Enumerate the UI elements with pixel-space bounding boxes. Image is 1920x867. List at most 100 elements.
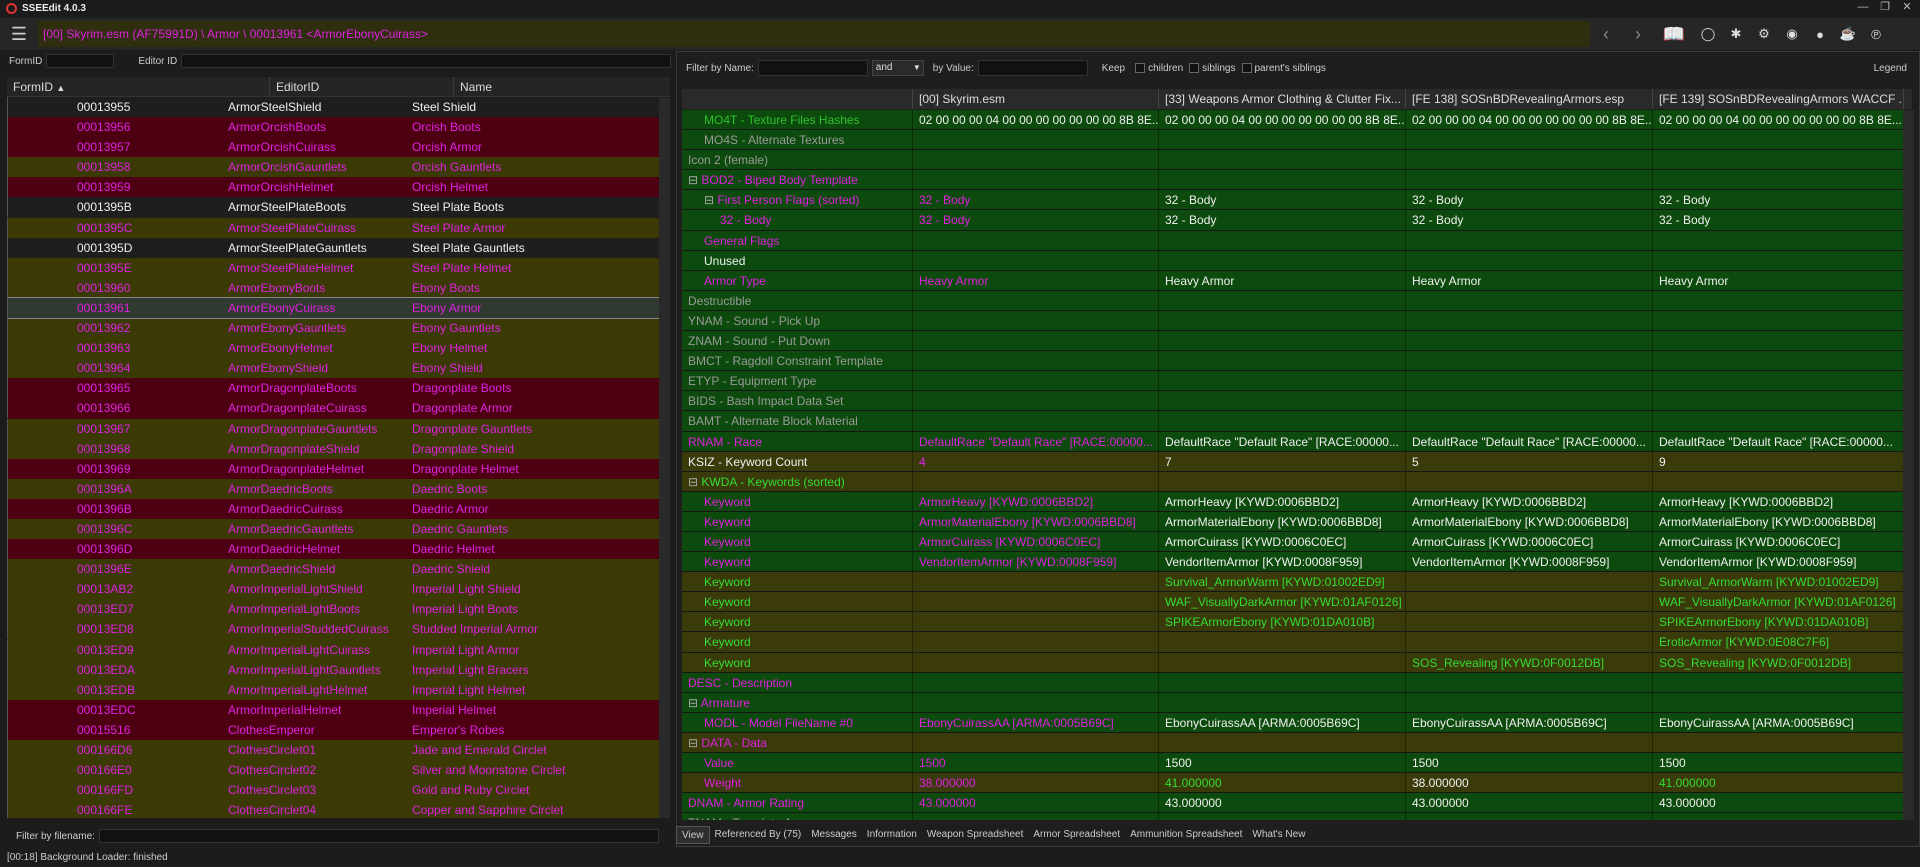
record-field-row[interactable]: Keyword Survival_ArmorWarm [KYWD:01002ED9…	[682, 572, 1904, 593]
table-row[interactable]: 00013964 ArmorEbonyShield Ebony Shield	[7, 358, 670, 379]
table-row[interactable]: 00013959 ArmorOrcishHelmet Orcish Helmet	[7, 177, 670, 198]
patreon-icon[interactable]: ●	[1809, 27, 1831, 42]
table-row[interactable]: 0001395D ArmorSteelPlateGauntlets Steel Pl…	[7, 237, 670, 258]
collapse-icon[interactable]: ⊟	[688, 696, 701, 710]
table-row[interactable]: 00013960 ArmorEbonyBoots Ebony Boots	[7, 277, 670, 298]
formid-column-header[interactable]: FormID ▲	[7, 77, 270, 96]
settings-icon[interactable]: ⚙	[1753, 26, 1775, 42]
tab-weapon-spreadsheet[interactable]: Weapon Spreadsheet	[922, 826, 1029, 844]
record-field-row[interactable]: Keyword SPIKEArmorEbony [KYWD:01DA010B] SP…	[682, 612, 1904, 633]
record-field-row[interactable]: YNAM - Sound - Pick Up	[682, 310, 1904, 332]
record-field-row[interactable]: Icon 2 (female)	[682, 150, 1904, 171]
discord-icon[interactable]: ◉	[1781, 26, 1803, 42]
table-row[interactable]: 00013969 ArmorDragonplateHelmet Dragonplat…	[7, 458, 670, 479]
table-row[interactable]: 00013967 ArmorDragonplateGauntlets Dragonp…	[7, 418, 670, 439]
record-field-row[interactable]: Keyword ArmorHeavy [KYWD:0006BBD2] ArmorHe…	[682, 491, 1904, 512]
record-field-row[interactable]: Keyword WAF_VisuallyDarkArmor [KYWD:01AF0…	[682, 592, 1904, 613]
nexus-icon[interactable]: ✱	[1725, 26, 1747, 42]
table-row[interactable]: 0001396C ArmorDaedricGauntlets Daedric Gau…	[7, 518, 670, 540]
filter-by-value-input[interactable]	[977, 60, 1088, 76]
collapse-icon[interactable]: ⊟	[704, 193, 717, 207]
record-field-row[interactable]: Weight 38.000000 41.000000 38.000000 41.0000…	[682, 773, 1904, 794]
tab-information[interactable]: Information	[862, 826, 922, 844]
table-row[interactable]: 0001395B ArmorSteelPlateBoots Steel Plate …	[7, 197, 670, 218]
view-header-sosnbd-waccf[interactable]: [FE 139] SOSnBDRevealingArmors WACCF ...	[1653, 89, 1904, 109]
collapse-icon[interactable]: ⊟	[688, 736, 701, 750]
table-row[interactable]: 0001395E ArmorSteelPlateHelmet Steel Plate…	[7, 257, 670, 278]
table-row[interactable]: 00013AB2 ArmorImperialLightShield Imperial…	[7, 579, 670, 600]
table-row[interactable]: 000166D6 ClothesCirclet01 Jade and Emerald…	[7, 740, 670, 761]
table-row[interactable]: 00013955 ArmorSteelShield Steel Shield	[7, 97, 670, 118]
record-field-row[interactable]: Keyword ArmorCuirass [KYWD:0006C0EC] Armor…	[682, 531, 1904, 553]
view-header-skyrim[interactable]: [00] Skyrim.esm	[913, 89, 1159, 109]
tab-armor-spreadsheet[interactable]: Armor Spreadsheet	[1028, 826, 1125, 844]
formid-filter-input[interactable]	[46, 54, 115, 68]
record-field-row[interactable]: Unused	[682, 250, 1904, 271]
table-row[interactable]: 0001396B ArmorDaedricCuirass Daedric Armor	[7, 498, 670, 519]
tab-messages[interactable]: Messages	[806, 826, 862, 844]
record-field-row[interactable]: Keyword EroticArmor [KYWD:0E08C7F6]	[682, 632, 1904, 653]
legend-button[interactable]: Legend	[1874, 63, 1907, 74]
name-column-header[interactable]: Name	[454, 77, 660, 96]
restore-icon[interactable]: ❐	[1874, 0, 1896, 16]
record-field-row[interactable]: ZNAM - Sound - Put Down	[682, 331, 1904, 352]
record-field-row[interactable]: ⊟ First Person Flags (sorted) 32 - Body 32…	[682, 190, 1904, 211]
record-field-row[interactable]: RNAM - Race DefaultRace "Default Race" [R…	[682, 431, 1904, 452]
table-row[interactable]: 00013963 ArmorEbonyHelmet Ebony Helmet	[7, 338, 670, 359]
siblings-checkbox[interactable]	[1189, 63, 1200, 73]
table-row[interactable]: 00013EDB ArmorImperialLightHelmet Imperial…	[7, 679, 670, 700]
table-row[interactable]: 00013966 ArmorDragonplateCuirass Dragonpla…	[7, 398, 670, 419]
record-field-row[interactable]: BAMT - Alternate Block Material	[682, 411, 1904, 432]
record-field-row[interactable]: DESC - Description	[682, 672, 1904, 693]
table-row[interactable]: 00013ED7 ArmorImperialLightBoots Imperial …	[7, 599, 670, 620]
table-row[interactable]: 0001396D ArmorDaedricHelmet Daedric Helmet	[7, 539, 670, 560]
table-row[interactable]: 00013961 ArmorEbonyCuirass Ebony Armor	[7, 296, 670, 320]
table-row[interactable]: 00013962 ArmorEbonyGauntlets Ebony Gauntle…	[7, 318, 670, 339]
view-header-field[interactable]	[682, 89, 913, 109]
table-row[interactable]: 00013957 ArmorOrcishCuirass Orcish Armor	[7, 137, 670, 158]
editorid-column-header[interactable]: EditorID	[270, 77, 454, 96]
record-field-row[interactable]: Keyword VendorItemArmor [KYWD:0008F959] Ve…	[682, 552, 1904, 573]
tab-ammunition-spreadsheet[interactable]: Ammunition Spreadsheet	[1125, 826, 1247, 844]
record-field-row[interactable]: Keyword SOS_Revealing [KYWD:0F0012DB] SOS_…	[682, 652, 1904, 673]
table-row[interactable]: 00013958 ArmorOrcishGauntlets Orcish Gaunt…	[7, 157, 670, 178]
children-checkbox[interactable]	[1135, 63, 1146, 73]
record-field-row[interactable]: 32 - Body 32 - Body 32 - Body 32 - Body 32 -…	[682, 210, 1904, 231]
view-header-wacc[interactable]: [33] Weapons Armor Clothing & Clutter Fi…	[1159, 89, 1406, 109]
table-row[interactable]: 0001396E ArmorDaedricShield Daedric Shield	[7, 559, 670, 580]
record-field-row[interactable]: Value 1500 1500 1500 1500	[682, 753, 1904, 774]
record-field-row[interactable]: ETYP - Equipment Type	[682, 371, 1904, 392]
record-field-row[interactable]: General Flags	[682, 230, 1904, 251]
record-field-row[interactable]: TNAM - Template Armor	[682, 813, 1904, 820]
tab-whats-new[interactable]: What's New	[1247, 826, 1310, 844]
kofi-icon[interactable]: ☕	[1837, 26, 1859, 42]
table-row[interactable]: 000166E0 ClothesCirclet02 Silver and Moons…	[7, 760, 670, 781]
forward-arrow-icon[interactable]: ›	[1622, 24, 1654, 45]
record-field-row[interactable]: MO4S - Alternate Textures	[682, 130, 1904, 151]
minimize-icon[interactable]: —	[1852, 0, 1874, 16]
table-row[interactable]: 000166FD ClothesCirclet03 Gold and Ruby Ci…	[7, 780, 670, 801]
record-field-row[interactable]: BIDS - Bash Impact Data Set	[682, 391, 1904, 412]
record-field-row[interactable]: Keyword ArmorMaterialEbony [KYWD:0006BBD8…	[682, 511, 1904, 532]
record-field-row[interactable]: ⊟ BOD2 - Biped Body Template	[682, 170, 1904, 191]
collapse-icon[interactable]: ⊟	[688, 173, 701, 187]
table-row[interactable]: 00013956 ArmorOrcishBoots Orcish Boots	[7, 117, 670, 138]
filter-operator-select[interactable]: and ▼	[871, 60, 924, 76]
record-field-row[interactable]: BMCT - Ragdoll Constraint Template	[682, 351, 1904, 372]
record-field-row[interactable]: ⊟ Armature	[682, 692, 1904, 713]
table-row[interactable]: 00013968 ArmorDragonplateShield Dragonplat…	[7, 438, 670, 459]
paypal-icon[interactable]: ℗	[1865, 27, 1887, 42]
table-row[interactable]: 000166FE ClothesCirclet04 Copper and Sapph…	[7, 800, 670, 818]
record-field-row[interactable]: MODL - Model FileName #0 EbonyCuirassAA […	[682, 712, 1904, 733]
editorid-filter-input[interactable]	[181, 54, 672, 68]
close-icon[interactable]: ✕	[1896, 0, 1918, 16]
view-header-sosnbd[interactable]: [FE 138] SOSnBDRevealingArmors.esp	[1406, 89, 1653, 109]
filter-by-name-input[interactable]	[757, 60, 868, 76]
filename-filter-input[interactable]	[98, 829, 659, 843]
table-row[interactable]: 00013ED9 ArmorImperialLightCuirass Imperia…	[7, 639, 670, 660]
table-row[interactable]: 0001395C ArmorSteelPlateCuirass Steel Plat…	[7, 217, 670, 238]
table-row[interactable]: 00013ED8 ArmorImperialStuddedCuirass Studd…	[7, 619, 670, 640]
record-field-row[interactable]: KSIZ - Keyword Count 4 7 5 9	[682, 451, 1904, 472]
table-row[interactable]: 00013EDC ArmorImperialHelmet Imperial Helm…	[7, 699, 670, 720]
record-field-row[interactable]: Destructible	[682, 290, 1904, 311]
